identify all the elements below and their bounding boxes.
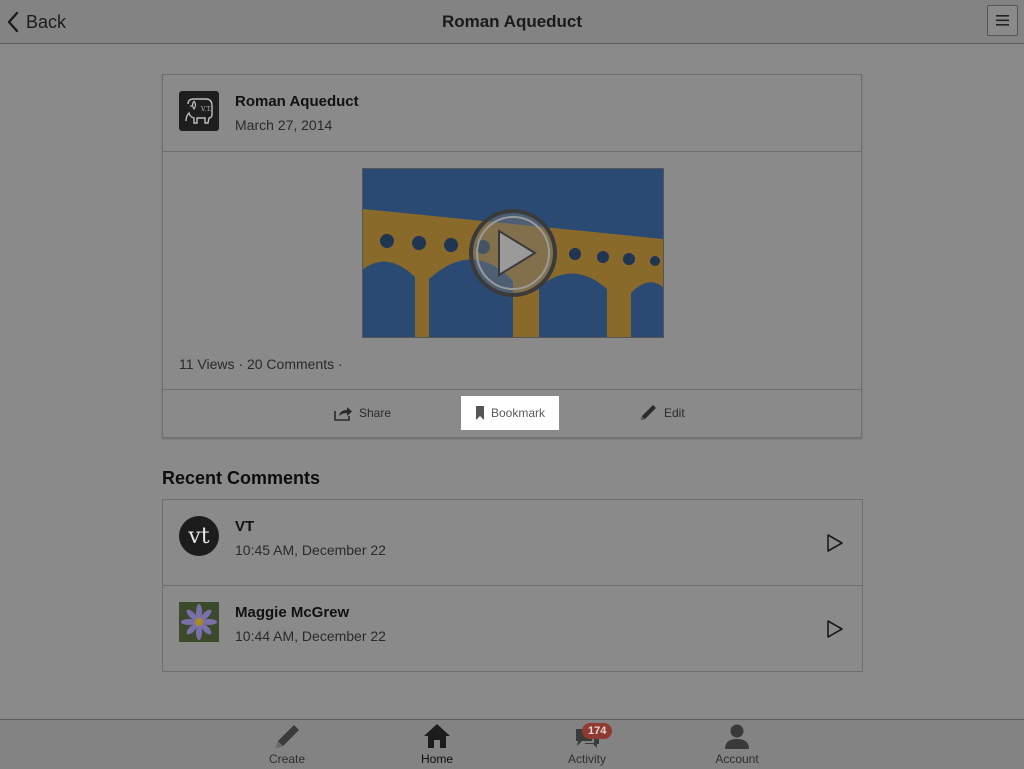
post-date: March 27, 2014 <box>235 117 333 133</box>
aqueduct-image <box>363 169 663 337</box>
bookmark-label: Bookmark <box>490 406 546 420</box>
play-icon[interactable] <box>826 619 844 639</box>
tab-account-label: Account <box>715 752 759 766</box>
home-icon <box>424 724 450 748</box>
menu-button[interactable] <box>987 5 1018 36</box>
comment-author: VT <box>235 518 255 535</box>
pencil-icon <box>641 405 656 420</box>
chevron-left-icon <box>7 11 19 33</box>
post-title: Roman Aqueduct <box>235 93 359 110</box>
page-title: Roman Aqueduct <box>441 12 583 31</box>
comment-item[interactable]: Maggie McGrew 10:44 AM, December 22 <box>163 586 862 671</box>
tab-activity[interactable]: Activity 174 <box>542 720 632 769</box>
flower-avatar <box>179 602 219 642</box>
back-label: Back <box>26 11 67 32</box>
edit-label: Edit <box>664 406 685 420</box>
user-icon <box>725 724 749 749</box>
tab-home-label: Home <box>420 752 453 766</box>
tab-account[interactable]: Account <box>692 720 782 769</box>
svg-text:V.T.: V.T. <box>200 106 211 113</box>
share-label: Share <box>359 406 392 420</box>
activity-badge: 174 <box>582 723 613 739</box>
back-button[interactable]: Back <box>6 10 66 34</box>
hamburger-menu-icon <box>996 15 1009 26</box>
comment-time: 10:45 AM, December 22 <box>235 542 386 558</box>
comment-item[interactable]: vt VT 10:45 AM, December 22 <box>163 500 862 586</box>
pencil-icon <box>276 725 299 748</box>
post-actions-bar: Share Bookmark Edit <box>163 389 861 438</box>
video-thumbnail[interactable] <box>362 168 664 338</box>
vt-avatar: vt <box>179 516 219 556</box>
comment-time: 10:44 AM, December 22 <box>235 628 386 644</box>
comment-author: Maggie McGrew <box>235 604 350 621</box>
tab-create-label: Create <box>268 752 306 766</box>
top-navigation-bar: Back Roman Aqueduct <box>0 0 1024 44</box>
play-icon[interactable] <box>826 533 844 553</box>
share-button[interactable]: Share <box>333 396 391 430</box>
tab-create[interactable]: Create <box>242 720 332 769</box>
comments-list: vt VT 10:45 AM, December 22 Maggie McGre… <box>162 499 863 672</box>
post-header: V.T. Roman Aqueduct March 27, 2014 <box>163 75 861 152</box>
author-avatar[interactable]: V.T. <box>179 91 219 131</box>
edit-button[interactable]: Edit <box>638 396 685 430</box>
bookmark-icon <box>475 406 484 420</box>
elephant-logo-icon: V.T. <box>185 98 213 124</box>
video-post-card: V.T. Roman Aqueduct March 27, 2014 11 Vi… <box>162 74 862 438</box>
bookmark-button[interactable]: Bookmark <box>461 396 559 430</box>
post-stats: 11 Views · 20 Comments · <box>179 356 343 372</box>
tab-activity-label: Activity <box>567 752 606 766</box>
recent-comments-heading: Recent Comments <box>162 468 321 488</box>
share-icon <box>334 407 352 421</box>
tab-home[interactable]: Home <box>392 720 482 769</box>
bottom-tab-bar: Create Home Activity 174 Account <box>0 719 1024 769</box>
